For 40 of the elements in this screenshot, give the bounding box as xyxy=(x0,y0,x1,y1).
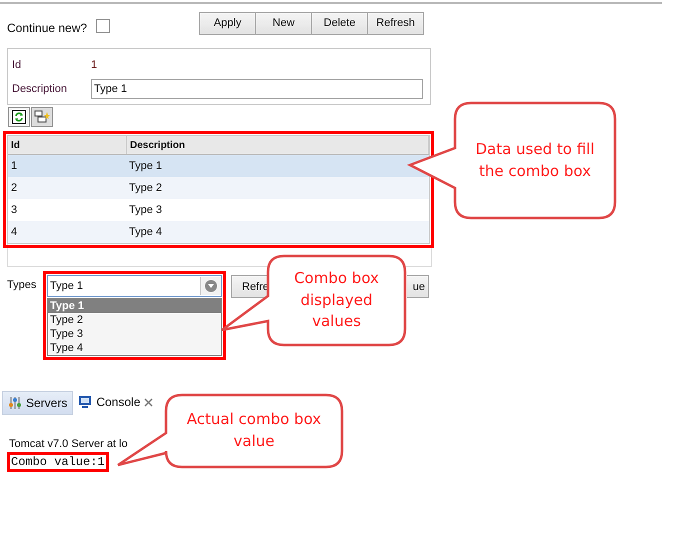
field-value: 1 xyxy=(91,59,98,71)
input-field[interactable]: Type 1 xyxy=(91,79,423,99)
refresh-icon[interactable] xyxy=(8,107,30,127)
side-button[interactable]: ue xyxy=(407,275,429,298)
column-header[interactable]: Description xyxy=(127,136,429,154)
table-cell-text: Type 3 xyxy=(128,204,164,216)
callout-text: Data used to fill the combo box xyxy=(474,138,596,182)
table-row[interactable]: 2 Type 2 xyxy=(8,177,429,199)
field-label: Id xyxy=(12,59,22,71)
dropdown-option[interactable]: Type 1 xyxy=(48,299,221,313)
continue-new-label: Continue new? xyxy=(7,21,88,35)
types-label: Types xyxy=(7,279,38,291)
toolbar-button[interactable]: Refresh xyxy=(367,12,424,34)
toolbar-button[interactable]: Apply xyxy=(199,12,256,34)
field-label: Description xyxy=(12,83,68,95)
close-icon[interactable] xyxy=(144,398,154,406)
view-tab[interactable]: Servers xyxy=(2,391,74,415)
table-cell-text: Type 4 xyxy=(128,226,164,238)
table-cell-text: Type 2 xyxy=(128,182,164,194)
column-header[interactable]: Id xyxy=(8,136,127,154)
dropdown-option[interactable]: Type 2 xyxy=(48,313,221,327)
table-cell-text: 2 xyxy=(10,182,18,194)
table-cell-text: 1 xyxy=(10,160,18,172)
combo-box[interactable]: Type 1 xyxy=(47,275,222,297)
table-cell-text: Type 1 xyxy=(128,160,164,172)
console-output: Combo value:1 xyxy=(11,455,105,469)
callout-text: Actual combo box value xyxy=(186,409,322,452)
monitor-icon xyxy=(78,395,92,409)
toolbar-button[interactable]: Delete xyxy=(311,12,368,34)
console-line: Tomcat v7.0 Server at lo xyxy=(9,438,128,450)
dropdown-option[interactable]: Type 4 xyxy=(48,341,221,355)
table-row[interactable]: 4 Type 4 xyxy=(8,221,429,243)
table-row[interactable]: 1 Type 1 xyxy=(8,155,429,177)
table-cell-text: 3 xyxy=(10,204,18,216)
table-cell-text: 4 xyxy=(10,226,18,238)
continue-new-checkbox[interactable] xyxy=(96,19,110,33)
dropdown-option[interactable]: Type 3 xyxy=(48,327,221,341)
servers-icon xyxy=(8,396,22,410)
toolbar-button[interactable]: New xyxy=(255,12,312,34)
callout-text: Combo box displayed values xyxy=(293,268,380,332)
